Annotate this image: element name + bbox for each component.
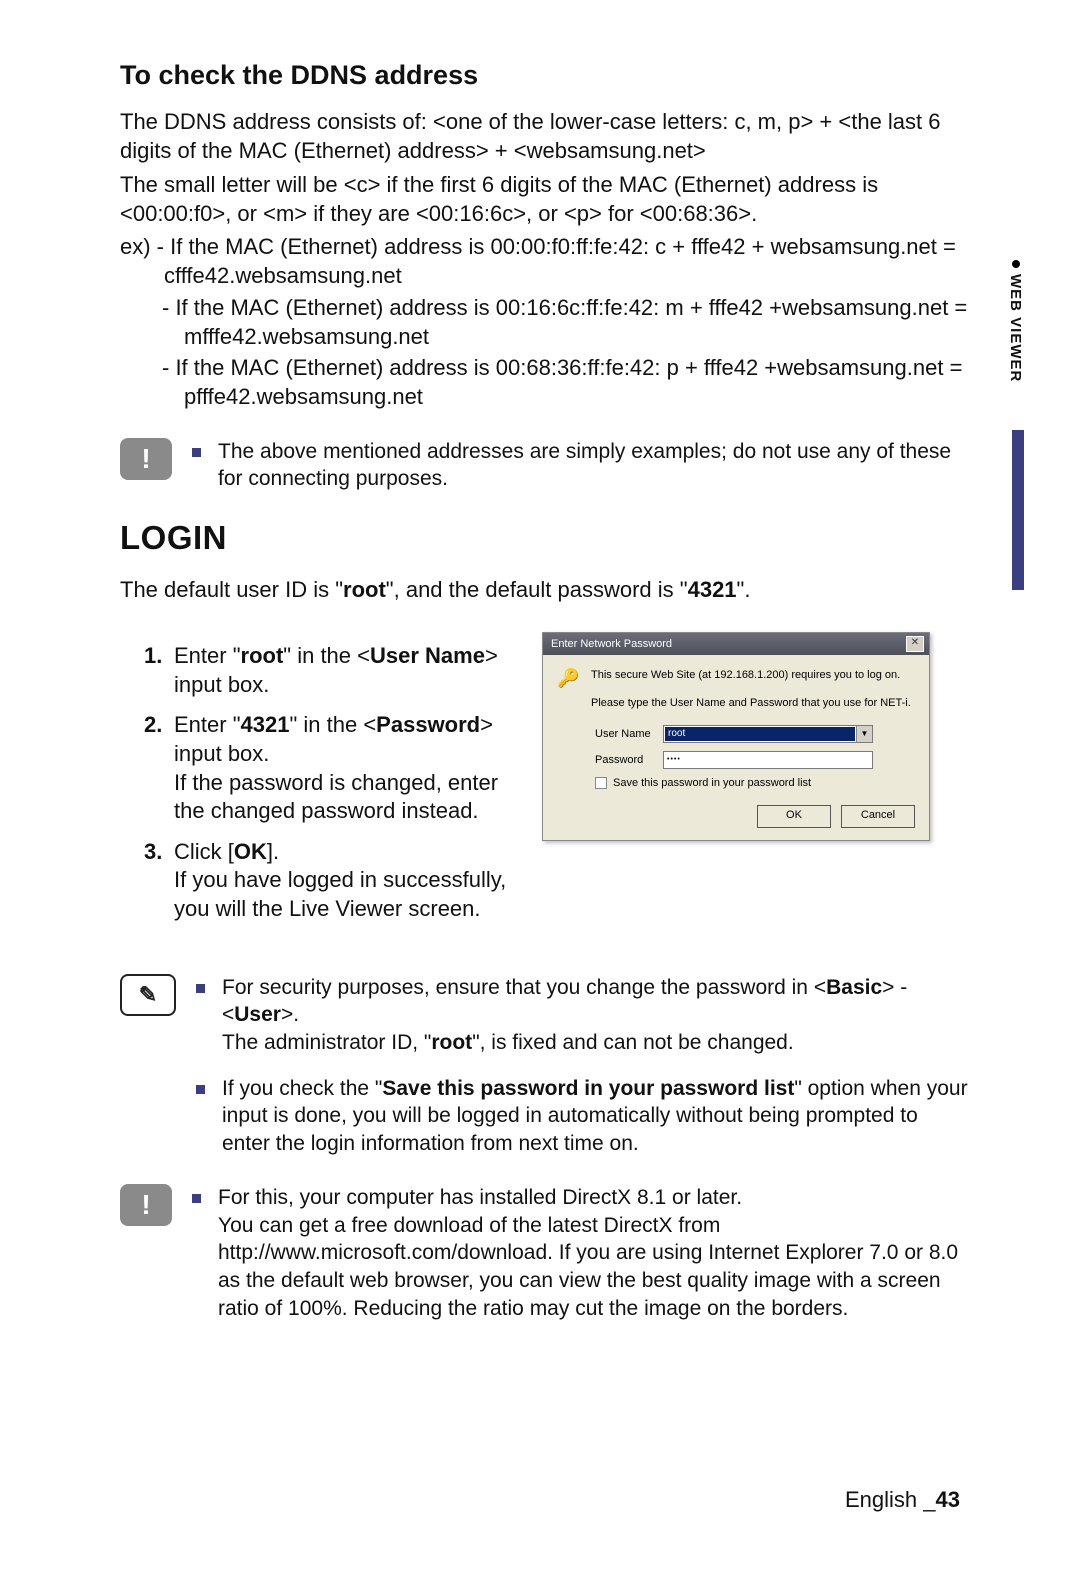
login-intro-text1: The default user ID is " — [120, 577, 343, 602]
n2-pre: If you check the " — [222, 1077, 382, 1100]
keys-icon: 🔑 — [557, 669, 591, 725]
close-button[interactable]: ✕ — [906, 636, 924, 652]
s2-mid: " in the < — [289, 712, 376, 737]
page: WEB VIEWER To check the DDNS address The… — [0, 0, 1080, 1571]
caution-icon-2: ! — [120, 1184, 172, 1226]
note-list-info: For security purposes, ensure that you c… — [196, 974, 970, 1158]
n1-user: User — [234, 1003, 281, 1026]
dialog: Enter Network Password ✕ 🔑 This secure W… — [542, 632, 930, 841]
note-ddns-text: The above mentioned addresses are simply… — [192, 438, 970, 493]
ddns-paragraph-1: The DDNS address consists of: <one of th… — [120, 107, 970, 166]
step-3-num: 3. — [144, 838, 162, 867]
side-tab: WEB VIEWER — [1007, 260, 1024, 382]
s1-root: root — [241, 643, 284, 668]
user-name-row: User Name root ▼ — [595, 725, 915, 743]
s3-ok: OK — [234, 839, 267, 864]
login-intro-pw: 4321 — [688, 577, 737, 602]
n1-basic: Basic — [826, 976, 882, 999]
step-2-num: 2. — [144, 711, 162, 740]
step-3: 3. Click [OK]. If you have logged in suc… — [144, 838, 524, 924]
dialog-msg-row: 🔑 This secure Web Site (at 192.168.1.200… — [557, 669, 915, 725]
dialog-button-row: OK Cancel — [557, 805, 915, 828]
step-1: 1. Enter "root" in the <User Name> input… — [144, 642, 524, 699]
ok-button[interactable]: OK — [757, 805, 831, 828]
dialog-titlebar: Enter Network Password ✕ — [543, 633, 929, 655]
note-row-ddns: ! The above mentioned addresses are simp… — [120, 438, 970, 493]
s2-pwlabel: Password — [376, 712, 480, 737]
login-intro: The default user ID is "root", and the d… — [120, 575, 970, 604]
page-footer: English _43 — [845, 1487, 960, 1513]
s3-extra: If you have logged in successfully, you … — [174, 867, 506, 921]
s2-pre: Enter " — [174, 712, 241, 737]
dialog-body: 🔑 This secure Web Site (at 192.168.1.200… — [543, 655, 929, 840]
n1-pre: For security purposes, ensure that you c… — [222, 976, 826, 999]
side-tab-label: WEB VIEWER — [1007, 274, 1024, 382]
dialog-msg2: Please type the User Name and Password t… — [591, 697, 915, 709]
info-note-1: For security purposes, ensure that you c… — [196, 974, 970, 1057]
directx-note: For this, your computer has installed Di… — [192, 1184, 970, 1323]
save-password-label: Save this password in your password list — [613, 777, 811, 789]
note-row-directx: ! For this, your computer has installed … — [120, 1184, 970, 1323]
chevron-down-icon[interactable]: ▼ — [856, 726, 872, 742]
cancel-button[interactable]: Cancel — [841, 805, 915, 828]
step-1-num: 1. — [144, 642, 162, 671]
heading-ddns: To check the DDNS address — [120, 60, 970, 91]
s1-username: User Name — [370, 643, 485, 668]
n1-post: >. — [281, 1003, 299, 1026]
login-intro-text2: ", and the default password is " — [386, 577, 688, 602]
info-note-2: If you check the "Save this password in … — [196, 1075, 970, 1158]
s1-mid: " in the < — [283, 643, 370, 668]
n1-root: root — [431, 1031, 472, 1054]
caution-icon: ! — [120, 438, 172, 480]
save-password-row[interactable]: Save this password in your password list — [595, 777, 915, 789]
login-intro-root: root — [343, 577, 386, 602]
step-2: 2. Enter "4321" in the <Password> input … — [144, 711, 524, 825]
dialog-screenshot: Enter Network Password ✕ 🔑 This secure W… — [542, 632, 930, 841]
heading-login: LOGIN — [120, 519, 970, 557]
s2-extra: If the password is changed, enter the ch… — [174, 770, 498, 824]
password-row: Password •••• — [595, 751, 915, 769]
login-two-col: 1. Enter "root" in the <User Name> input… — [120, 626, 970, 935]
password-input[interactable]: •••• — [663, 751, 873, 769]
n2-bold: Save this password in your password list — [382, 1077, 794, 1100]
ddns-example-1: ex) - If the MAC (Ethernet) address is 0… — [120, 232, 970, 291]
dialog-msg1: This secure Web Site (at 192.168.1.200) … — [591, 669, 915, 681]
s2-pw: 4321 — [241, 712, 290, 737]
s3-post: ]. — [267, 839, 279, 864]
note-row-info: ✎ For security purposes, ensure that you… — [120, 974, 970, 1158]
login-intro-text3: ". — [737, 577, 751, 602]
ddns-example-3: - If the MAC (Ethernet) address is 00:68… — [120, 353, 970, 412]
user-name-label: User Name — [595, 728, 663, 740]
login-steps: 1. Enter "root" in the <User Name> input… — [120, 642, 524, 935]
side-accent-bar — [1012, 430, 1024, 590]
side-tab-dot — [1012, 260, 1020, 268]
dialog-messages: This secure Web Site (at 192.168.1.200) … — [591, 669, 915, 725]
n1-l2-post: ", is fixed and can not be changed. — [472, 1031, 794, 1054]
n1-l2-pre: The administrator ID, " — [222, 1031, 431, 1054]
note-list-ddns: The above mentioned addresses are simply… — [192, 438, 970, 493]
info-icon: ✎ — [120, 974, 176, 1016]
password-label: Password — [595, 754, 663, 766]
footer-page-number: 43 — [936, 1487, 960, 1512]
s3-pre: Click [ — [174, 839, 234, 864]
note-list-directx: For this, your computer has installed Di… — [192, 1184, 970, 1323]
save-password-checkbox[interactable] — [595, 777, 607, 789]
ddns-paragraph-2: The small letter will be <c> if the firs… — [120, 170, 970, 229]
dialog-title: Enter Network Password — [551, 638, 672, 650]
footer-lang: English _ — [845, 1487, 936, 1512]
user-name-value: root — [665, 727, 855, 741]
s1-pre: Enter " — [174, 643, 241, 668]
ddns-example-2: - If the MAC (Ethernet) address is 00:16… — [120, 293, 970, 352]
user-name-combo[interactable]: root ▼ — [663, 725, 873, 743]
